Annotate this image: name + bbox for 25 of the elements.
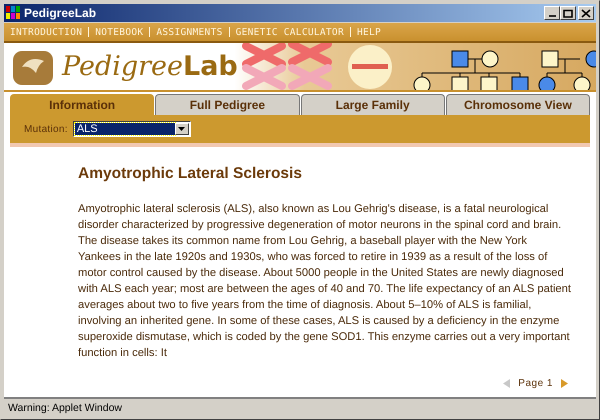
tab[interactable]: Full Pedigree <box>155 94 300 115</box>
menu-link[interactable]: GENETIC CALCULATOR <box>236 26 344 38</box>
tab[interactable]: Information <box>10 94 154 115</box>
status-text: Warning: Applet Window <box>8 402 122 414</box>
app-icon <box>6 6 20 20</box>
logo-text: PedigreeLab <box>62 51 238 82</box>
window-title: PedigreeLab <box>24 6 98 20</box>
tab[interactable]: Chromosome View <box>446 94 590 115</box>
minimize-icon <box>548 15 556 17</box>
menu-link[interactable]: INTRODUCTION <box>10 26 82 38</box>
maximize-button[interactable] <box>560 6 576 20</box>
menu-link[interactable]: ASSIGNMENTS <box>156 26 223 38</box>
menu-link[interactable]: HELP <box>356 26 382 38</box>
maximize-icon <box>563 8 573 18</box>
menu-link[interactable]: NOTEBOOK <box>95 26 144 38</box>
dropdown-arrow-icon <box>178 127 186 131</box>
minimize-button[interactable] <box>544 6 560 20</box>
close-button[interactable] <box>578 6 594 20</box>
mutation-label: Mutation: <box>24 124 68 134</box>
close-icon <box>581 8 591 18</box>
article-body: Amyotrophic lateral sclerosis (ALS), also known as Lou Gehrig's disease, is a fatal neurological disorder characterized by progressive degeneration of motor neurons in the spinal cord and brain. The disease takes its common name from Lou Gehrig, a baseball player with the New York Yankees in the late 1920s and 1930s, who was forced to retire in 1939 as a result of the loss of motor control caused by the disease. About 5000 people in the United States are newly diagnosed with ALS each year; most are between the ages of 40 and 70. The life expectancy of an ALS patient averages about two to five years from the time of diagnosis. About 5–10% of ALS is familial, involving an inherited gene. In some of these cases, ALS is caused by a deficiency in the enzyme superoxide dismutase, which is coded by the gene SOD1. This enzyme carries out a very important function in cells: It <box>78 202 572 361</box>
article-title: Amyotrophic Lateral Sclerosis <box>78 165 303 183</box>
mutation-dropdown[interactable]: ALS <box>72 121 191 137</box>
page-label: Page 1 <box>518 378 553 389</box>
tab[interactable]: Large Family <box>300 94 445 115</box>
